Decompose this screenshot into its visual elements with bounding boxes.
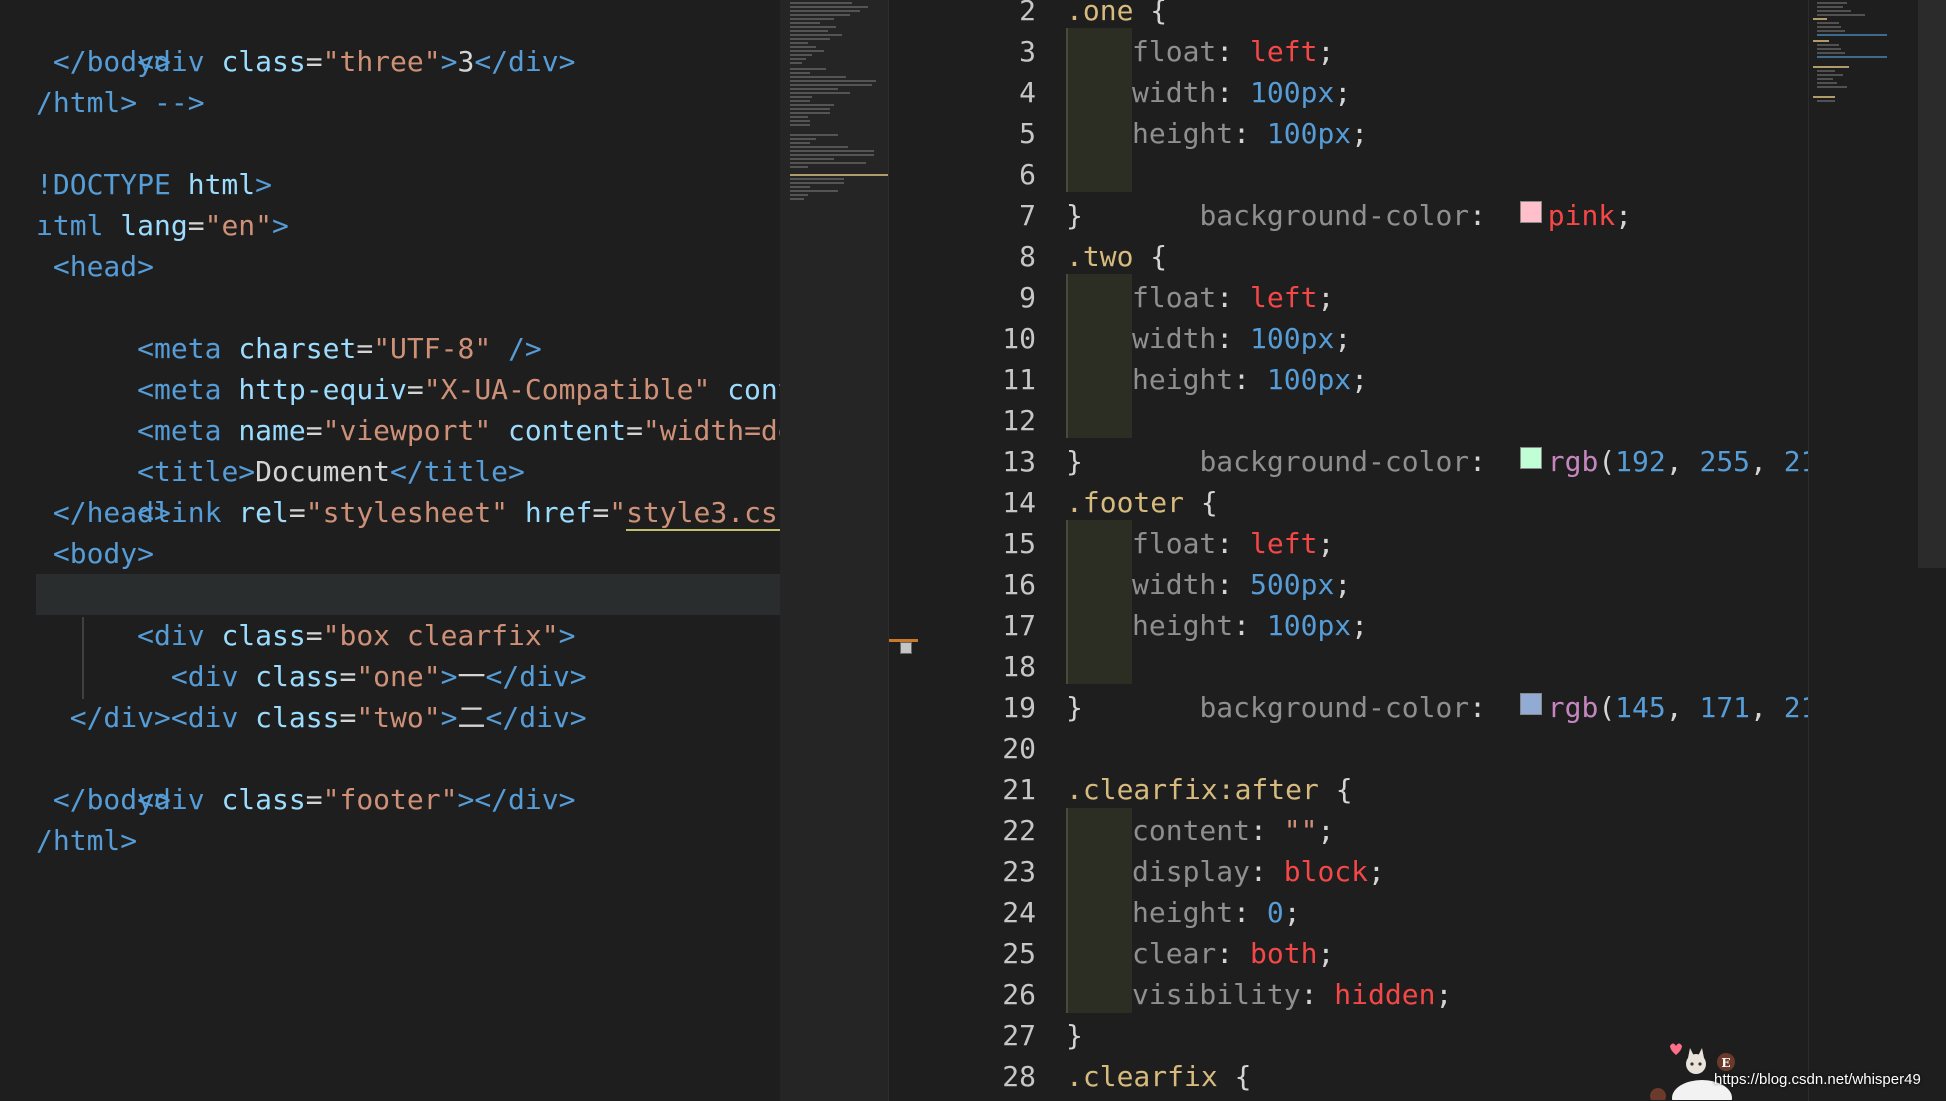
code-line[interactable]: float: left; [1132, 31, 1334, 72]
line-number: 6 [1019, 158, 1036, 191]
code-line[interactable]: <body> [36, 533, 154, 574]
line-number: 23 [1002, 855, 1036, 888]
line-number: 12 [1002, 404, 1036, 437]
code-line[interactable]: </div> [36, 697, 171, 738]
code-line[interactable]: </body> [36, 41, 171, 82]
code-line[interactable]: .one { [1066, 0, 1167, 31]
line-number: 8 [1019, 240, 1036, 273]
code-line[interactable]: height: 100px; [1132, 359, 1368, 400]
line-number: 14 [1002, 486, 1036, 519]
line-number: 25 [1002, 937, 1036, 970]
code-line[interactable]: visibility: hidden; [1132, 974, 1452, 1015]
line-number: 17 [1002, 609, 1036, 642]
line-number: 7 [1019, 199, 1036, 232]
line-number: 5 [1019, 117, 1036, 150]
code-line-active[interactable]: <div class="box clearfix"> [36, 574, 575, 652]
html-editor-pane[interactable]: <div class="three">3</div> </body> /html… [0, 0, 780, 1101]
code-line[interactable]: /html> --> [36, 82, 205, 123]
indent-guide [1066, 808, 1132, 1013]
html-minimap[interactable] [780, 0, 888, 1101]
indent-guide [1066, 520, 1132, 684]
code-line[interactable]: /html> [36, 820, 137, 861]
code-line[interactable]: .two { [1066, 236, 1167, 277]
code-line[interactable]: background-color: pink; [1132, 154, 1632, 232]
line-number: 10 [1002, 322, 1036, 355]
stylesheet-link[interactable]: style3.css [626, 496, 780, 531]
code-line[interactable]: display: block; [1132, 851, 1385, 892]
line-number: 21 [1002, 773, 1036, 806]
code-line[interactable]: <title>Document</title> [36, 410, 525, 488]
code-line[interactable]: height: 0; [1132, 892, 1301, 933]
line-number: 18 [1002, 650, 1036, 683]
line-number: 9 [1019, 281, 1036, 314]
css-minimap[interactable] [1808, 0, 1919, 1101]
line-number: 19 [1002, 691, 1036, 724]
line-number: 3 [1019, 35, 1036, 68]
sticker-badge-letter: E [1721, 1056, 1730, 1070]
line-number: 4 [1019, 76, 1036, 109]
line-number: 26 [1002, 978, 1036, 1011]
code-line[interactable]: float: left; [1132, 277, 1334, 318]
html-editor-scrollbar[interactable] [888, 0, 919, 1101]
scroll-thumb[interactable] [900, 642, 912, 654]
code-line[interactable]: ıtml lang="en"> [36, 205, 289, 246]
code-line[interactable]: background-color: rgb(145, 171, 211); [1132, 646, 1808, 724]
code-line[interactable]: </body> [36, 779, 171, 820]
code-line[interactable]: <head> [36, 246, 154, 287]
indent-guide [1066, 28, 1132, 192]
code-line[interactable]: } [1066, 1015, 1083, 1056]
code-line[interactable]: float: left; [1132, 523, 1334, 564]
color-swatch-pink[interactable] [1519, 201, 1542, 223]
code-line[interactable]: <meta http-equiv="X-UA-Compatible" conte… [36, 328, 780, 406]
code-line[interactable]: } [1066, 195, 1083, 236]
code-line[interactable]: <div class="footer"></div> [36, 738, 575, 816]
css-editor-scrollbar[interactable] [1918, 0, 1946, 1101]
code-line[interactable]: .footer { [1066, 482, 1218, 523]
line-number: 24 [1002, 896, 1036, 929]
code-line[interactable]: background-color: rgb(192, 255, 213); [1132, 400, 1808, 478]
code-line[interactable]: width: 500px; [1132, 564, 1351, 605]
color-swatch-mint[interactable] [1519, 447, 1542, 469]
code-line[interactable]: <div class="two">二</div> [36, 656, 587, 734]
watermark-url: https://blog.csdn.net/whisper49 [1714, 1071, 1921, 1088]
line-number: 2 [1019, 0, 1036, 27]
line-number: 22 [1002, 814, 1036, 847]
sticker-decoration-icon: E [1650, 1043, 1735, 1100]
code-line[interactable]: <meta name="viewport" content="width=dev… [36, 369, 780, 447]
css-editor-pane[interactable]: 2 3 4 5 6 7 8 9 10 11 12 13 14 15 16 17 … [918, 0, 1808, 1101]
line-number: 20 [1002, 732, 1036, 765]
line-number: 13 [1002, 445, 1036, 478]
code-line[interactable]: } [1066, 441, 1083, 482]
code-line[interactable]: .clearfix:after { [1066, 769, 1353, 810]
code-line[interactable]: } [1066, 687, 1083, 728]
code-line[interactable]: !DOCTYPE html> [36, 164, 272, 205]
line-number: 27 [1002, 1019, 1036, 1052]
line-number: 16 [1002, 568, 1036, 601]
code-line[interactable]: height: 100px; [1132, 605, 1368, 646]
code-line[interactable]: content: ""; [1132, 810, 1334, 851]
code-line[interactable]: width: 100px; [1132, 318, 1351, 359]
color-swatch-blue[interactable] [1519, 693, 1542, 715]
line-number: 11 [1002, 363, 1036, 396]
code-line[interactable]: <div class="one">一</div> [36, 615, 587, 693]
line-number: 28 [1002, 1060, 1036, 1093]
code-line[interactable]: .clearfix { [1066, 1056, 1251, 1097]
line-number: 15 [1002, 527, 1036, 560]
code-line[interactable]: height: 100px; [1132, 113, 1368, 154]
code-line[interactable]: <div class="three">3</div> [36, 0, 575, 78]
scroll-thumb[interactable] [1918, 0, 1946, 568]
code-line[interactable]: width: 100px; [1132, 72, 1351, 113]
code-line[interactable]: <link rel="stylesheet" href="style3.css"… [36, 451, 780, 531]
indent-guide [1066, 274, 1132, 438]
code-line[interactable]: clear: both; [1132, 933, 1334, 974]
code-line[interactable]: <meta charset="UTF-8" /> [36, 287, 542, 365]
code-line[interactable]: </head> [36, 492, 171, 533]
